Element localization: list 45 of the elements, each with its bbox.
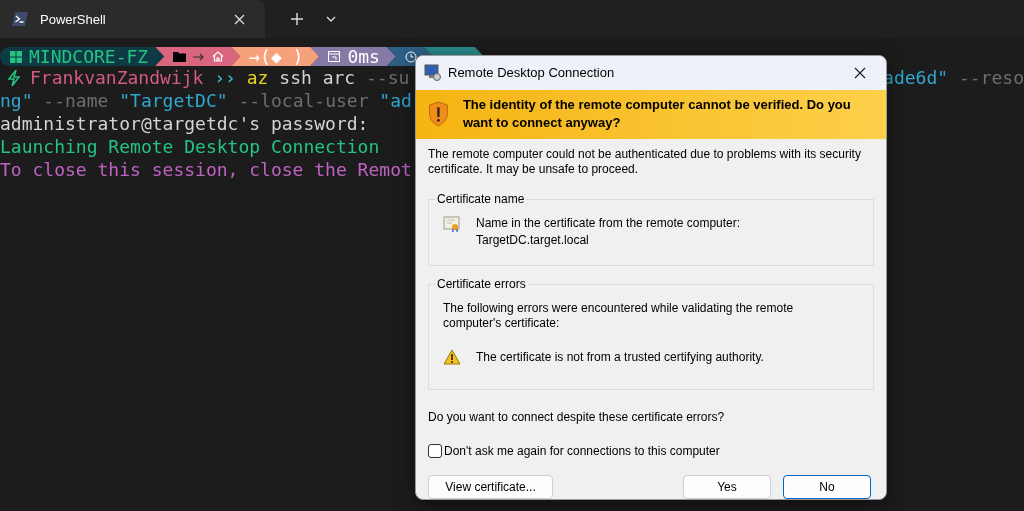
powershell-icon: [12, 12, 28, 26]
terminal-text: ››: [214, 67, 236, 88]
terminal-text: --reso: [958, 67, 1024, 88]
checkbox-label: Don't ask me again for connections to this computer: [444, 444, 720, 458]
terminal-text: az: [246, 67, 269, 88]
segment-text: →(◆ ): [249, 47, 304, 66]
certificate-name-label: Name in the certificate from the remote computer:: [476, 216, 741, 230]
dialog-button[interactable]: View certificate...: [428, 475, 553, 499]
errors-text: The following errors were encountered while validating the remote computer's certificate:: [443, 301, 794, 330]
windows-icon: [10, 50, 22, 63]
terminal-text: To close this session, close the Remot: [0, 159, 412, 180]
checkbox[interactable]: [428, 444, 442, 458]
terminal-text: ng": [0, 90, 33, 111]
terminal-text: "ad: [379, 90, 412, 111]
terminal-tab[interactable]: PowerShell: [0, 0, 265, 38]
intro-text: The remote computer could not be authenticated due to problems with its security certificate. It may be unsafe to proceed.: [428, 147, 862, 177]
certificate-icon: [443, 216, 461, 232]
arrow-icon: [193, 52, 206, 61]
warning-icon: [443, 349, 461, 365]
terminal-text: administrator@targetdc's password:: [0, 113, 369, 134]
terminal-text: --name: [43, 90, 109, 111]
monitor-icon: [424, 64, 442, 82]
terminal-text: "TargetDC": [119, 90, 228, 111]
warning-text: The identity of the remote computer cannot be verified. Do you want to connect anyway?: [462, 96, 852, 133]
segment-text: 0ms: [347, 47, 380, 66]
terminal-text: ssh arc: [279, 67, 356, 88]
error-text: The certificate is not from a trusted certifying authority.: [476, 350, 764, 364]
group-title: Certificate name: [435, 192, 527, 206]
timer-icon: [328, 51, 341, 62]
terminal-text: FrankvanZandwijk: [30, 67, 204, 88]
question-text: Do you want to connect despite these certificate errors?: [428, 410, 726, 424]
dialog-button[interactable]: No: [783, 475, 871, 499]
home-icon: [212, 51, 225, 62]
folder-icon: [173, 51, 187, 62]
group-title: Certificate errors: [435, 277, 528, 291]
clock-icon: [404, 50, 417, 63]
segment-text: MINDCORE-FZ: [29, 47, 149, 66]
tab-title: PowerShell: [40, 11, 107, 27]
certificate-name-value: TargetDC.target.local: [476, 233, 590, 247]
terminal-text: --local-user: [238, 90, 369, 111]
terminal-text: Launching Remote Desktop Connection: [0, 136, 380, 157]
dialog-title: Remote Desktop Connection: [448, 65, 616, 81]
terminal-text: --su: [366, 67, 410, 88]
lightning-icon: [8, 69, 20, 86]
dialog-button[interactable]: Yes: [683, 475, 771, 499]
